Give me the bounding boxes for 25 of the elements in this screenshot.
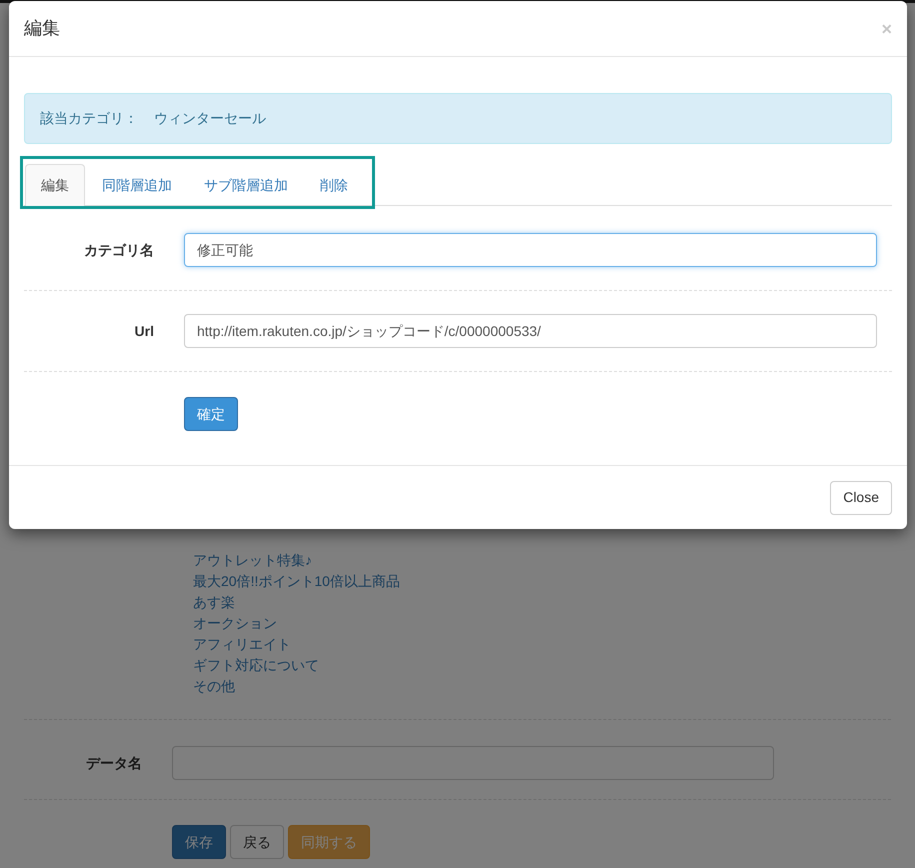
- field-label: カテゴリ名: [83, 240, 154, 260]
- category-link[interactable]: その他: [193, 676, 235, 697]
- page-button[interactable]: 戻る: [230, 825, 284, 859]
- page-button[interactable]: 保存: [172, 825, 226, 859]
- alert-label: 該当カテゴリ：: [40, 109, 138, 128]
- dialog-title: 編集: [24, 17, 60, 40]
- confirm-button[interactable]: 確定: [184, 397, 238, 431]
- category-link[interactable]: ギフト対応について: [193, 655, 319, 676]
- close-button[interactable]: Close: [830, 480, 892, 514]
- category-link[interactable]: アフィリエイト: [193, 634, 291, 655]
- category-link[interactable]: オークション: [193, 613, 277, 634]
- input-field[interactable]: [172, 746, 774, 780]
- field-label: データ名: [85, 754, 142, 772]
- category-link[interactable]: アウトレット特集♪: [193, 550, 312, 571]
- tab[interactable]: 同階層追加: [87, 164, 187, 206]
- tab[interactable]: 編集: [25, 164, 85, 207]
- category-link[interactable]: 最大20倍!!ポイント10倍以上商品: [193, 571, 400, 592]
- page-button[interactable]: 同期する: [288, 825, 370, 859]
- tab[interactable]: 削除: [305, 164, 363, 206]
- tab[interactable]: サブ階層追加: [189, 164, 303, 206]
- input-field[interactable]: http://item.rakuten.co.jp/ショップコード/c/0000000533/: [184, 314, 877, 348]
- alert-value: ウィンターセール: [154, 109, 266, 128]
- category-link[interactable]: あす楽: [193, 592, 235, 613]
- field-label: Url: [134, 322, 154, 340]
- input-field[interactable]: 修正可能: [184, 233, 877, 267]
